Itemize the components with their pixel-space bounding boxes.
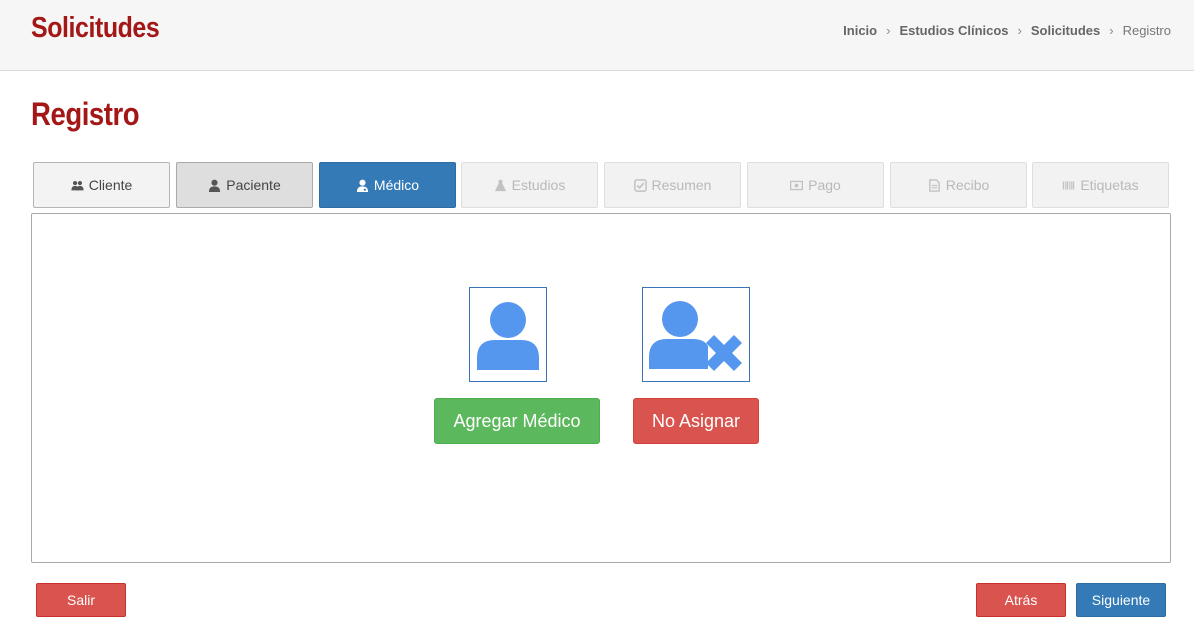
add-doctor-button[interactable]: Agregar Médico xyxy=(434,398,600,444)
no-assign-icon-box[interactable] xyxy=(642,287,750,382)
breadcrumb-estudios-clinicos[interactable]: Estudios Clínicos xyxy=(899,23,1008,38)
user-icon xyxy=(477,301,539,370)
next-button[interactable]: Siguiente xyxy=(1076,583,1166,617)
file-text-icon xyxy=(928,178,940,192)
tab-cliente[interactable]: Cliente xyxy=(33,162,170,208)
exit-button[interactable]: Salir xyxy=(36,583,126,617)
tab-pago[interactable]: Pago xyxy=(747,162,884,208)
doctor-panel: Agregar Médico No Asignar xyxy=(31,213,1171,563)
breadcrumb-solicitudes[interactable]: Solicitudes xyxy=(1031,23,1100,38)
tab-recibo[interactable]: Recibo xyxy=(890,162,1027,208)
top-bar: Solicitudes Inicio › Estudios Clínicos ›… xyxy=(0,0,1194,71)
user-icon xyxy=(209,179,221,192)
app-title: Solicitudes xyxy=(31,12,160,44)
barcode-icon xyxy=(1063,180,1075,190)
breadcrumb-separator: › xyxy=(1017,23,1022,38)
tab-label: Cliente xyxy=(88,177,133,193)
breadcrumb-inicio[interactable]: Inicio xyxy=(843,23,877,38)
breadcrumb-separator: › xyxy=(886,23,891,38)
back-button[interactable]: Atrás xyxy=(976,583,1066,617)
add-doctor-icon-box[interactable] xyxy=(469,287,547,382)
check-square-icon xyxy=(633,178,647,192)
users-icon xyxy=(71,180,84,190)
tab-paciente[interactable]: Paciente xyxy=(176,162,313,208)
tab-etiquetas[interactable]: Etiquetas xyxy=(1032,162,1169,208)
tab-label: Estudios xyxy=(511,177,566,193)
tab-resumen[interactable]: Resumen xyxy=(604,162,741,208)
tab-label: Médico xyxy=(373,177,420,193)
tab-label: Pago xyxy=(808,177,841,193)
page-title: Registro xyxy=(31,96,140,132)
user-times-icon xyxy=(649,300,742,371)
tab-label: Etiquetas xyxy=(1080,177,1139,193)
tab-estudios[interactable]: Estudios xyxy=(461,162,598,208)
no-assign-button[interactable]: No Asignar xyxy=(633,398,759,444)
breadcrumb-registro: Registro xyxy=(1122,23,1171,38)
tab-label: Resumen xyxy=(651,177,712,193)
user-md-icon xyxy=(356,179,368,192)
wizard-tabs: Cliente Paciente Médico Estudios Resumen… xyxy=(33,162,1169,208)
breadcrumb-separator: › xyxy=(1109,23,1114,38)
flask-icon xyxy=(494,179,506,191)
tab-label: Paciente xyxy=(226,177,281,193)
breadcrumb: Inicio › Estudios Clínicos › Solicitudes… xyxy=(843,23,1171,38)
tab-label: Recibo xyxy=(945,177,990,193)
money-icon xyxy=(790,180,804,190)
tab-medico[interactable]: Médico xyxy=(319,162,456,208)
